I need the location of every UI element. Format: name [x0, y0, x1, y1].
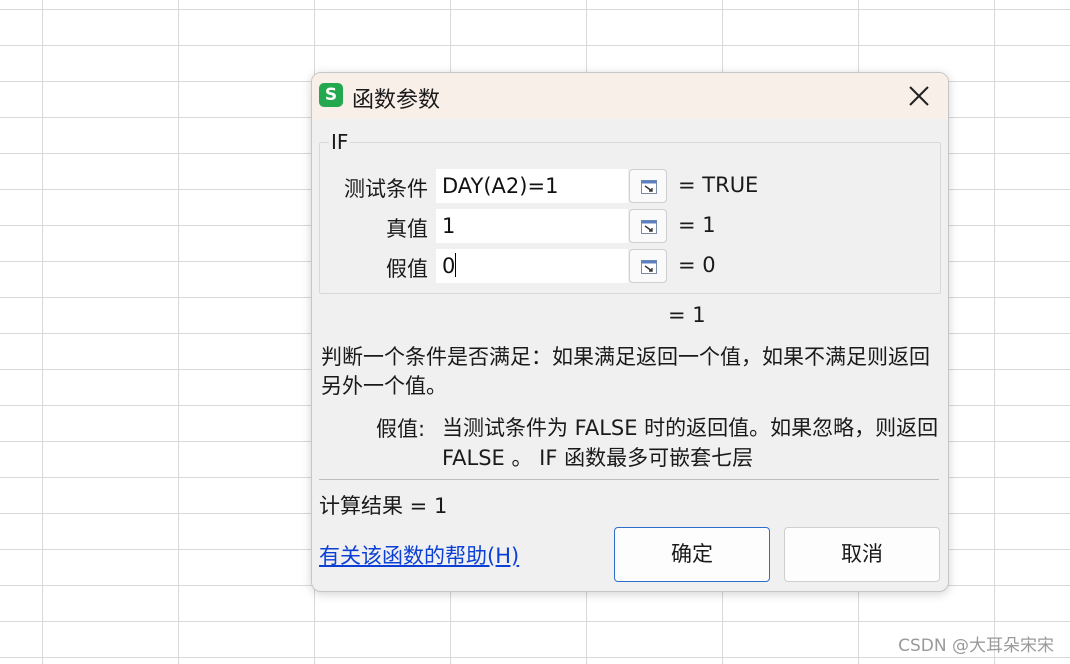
function-name-label: IF: [329, 130, 351, 154]
grid-column-line: [42, 0, 43, 664]
param-description-text: 当测试条件为 FALSE 时的返回值。如果忽略，则返回 FALSE 。 IF 函…: [442, 416, 939, 470]
function-description: 判断一个条件是否满足：如果满足返回一个值，如果不满足则返回另外一个值。: [321, 345, 930, 398]
ok-button[interactable]: 确定: [614, 527, 770, 582]
range-select-icon: [641, 220, 657, 234]
divider: [319, 479, 939, 480]
app-logo-icon: S: [319, 83, 343, 107]
range-select-icon: [641, 180, 657, 194]
watermark: CSDN @大耳朵宋宋: [898, 636, 1054, 656]
close-button[interactable]: [906, 83, 932, 109]
false-value-result: = 0: [678, 253, 716, 277]
true-value-result: = 1: [678, 213, 716, 237]
formula-result: = 1: [668, 303, 706, 327]
cancel-button[interactable]: 取消: [784, 527, 940, 582]
false-value-input[interactable]: 0: [436, 249, 628, 283]
arg-label-test-condition: 测试条件: [344, 177, 428, 201]
false-value-value: 0: [442, 254, 456, 278]
true-value-value: 1: [442, 214, 456, 238]
test-condition-ref-button[interactable]: [629, 169, 667, 203]
param-description-label: 假值:: [376, 417, 426, 441]
text-caret: [455, 253, 457, 277]
grid-column-line: [178, 0, 179, 664]
range-select-icon: [641, 260, 657, 274]
calculation-result: 计算结果 = 1: [319, 494, 448, 518]
false-value-ref-button[interactable]: [629, 249, 667, 283]
true-value-ref-button[interactable]: [629, 209, 667, 243]
dialog-titlebar[interactable]: S 函数参数: [312, 73, 948, 119]
test-condition-value: DAY(A2)=1: [442, 174, 559, 198]
arg-label-true-value: 真值: [386, 217, 428, 241]
grid-column-line: [994, 0, 995, 664]
function-arguments-dialog: S 函数参数 IF 测试条件 DAY(A2)=1 = TRUE 真值 1 = 1…: [311, 72, 949, 592]
true-value-input[interactable]: 1: [436, 209, 628, 243]
test-condition-result: = TRUE: [678, 173, 759, 197]
close-icon: [909, 86, 929, 106]
function-help-link[interactable]: 有关该函数的帮助(H): [319, 540, 519, 570]
arg-label-false-value: 假值: [386, 257, 428, 281]
test-condition-input[interactable]: DAY(A2)=1: [436, 169, 628, 203]
dialog-title: 函数参数: [352, 88, 441, 113]
